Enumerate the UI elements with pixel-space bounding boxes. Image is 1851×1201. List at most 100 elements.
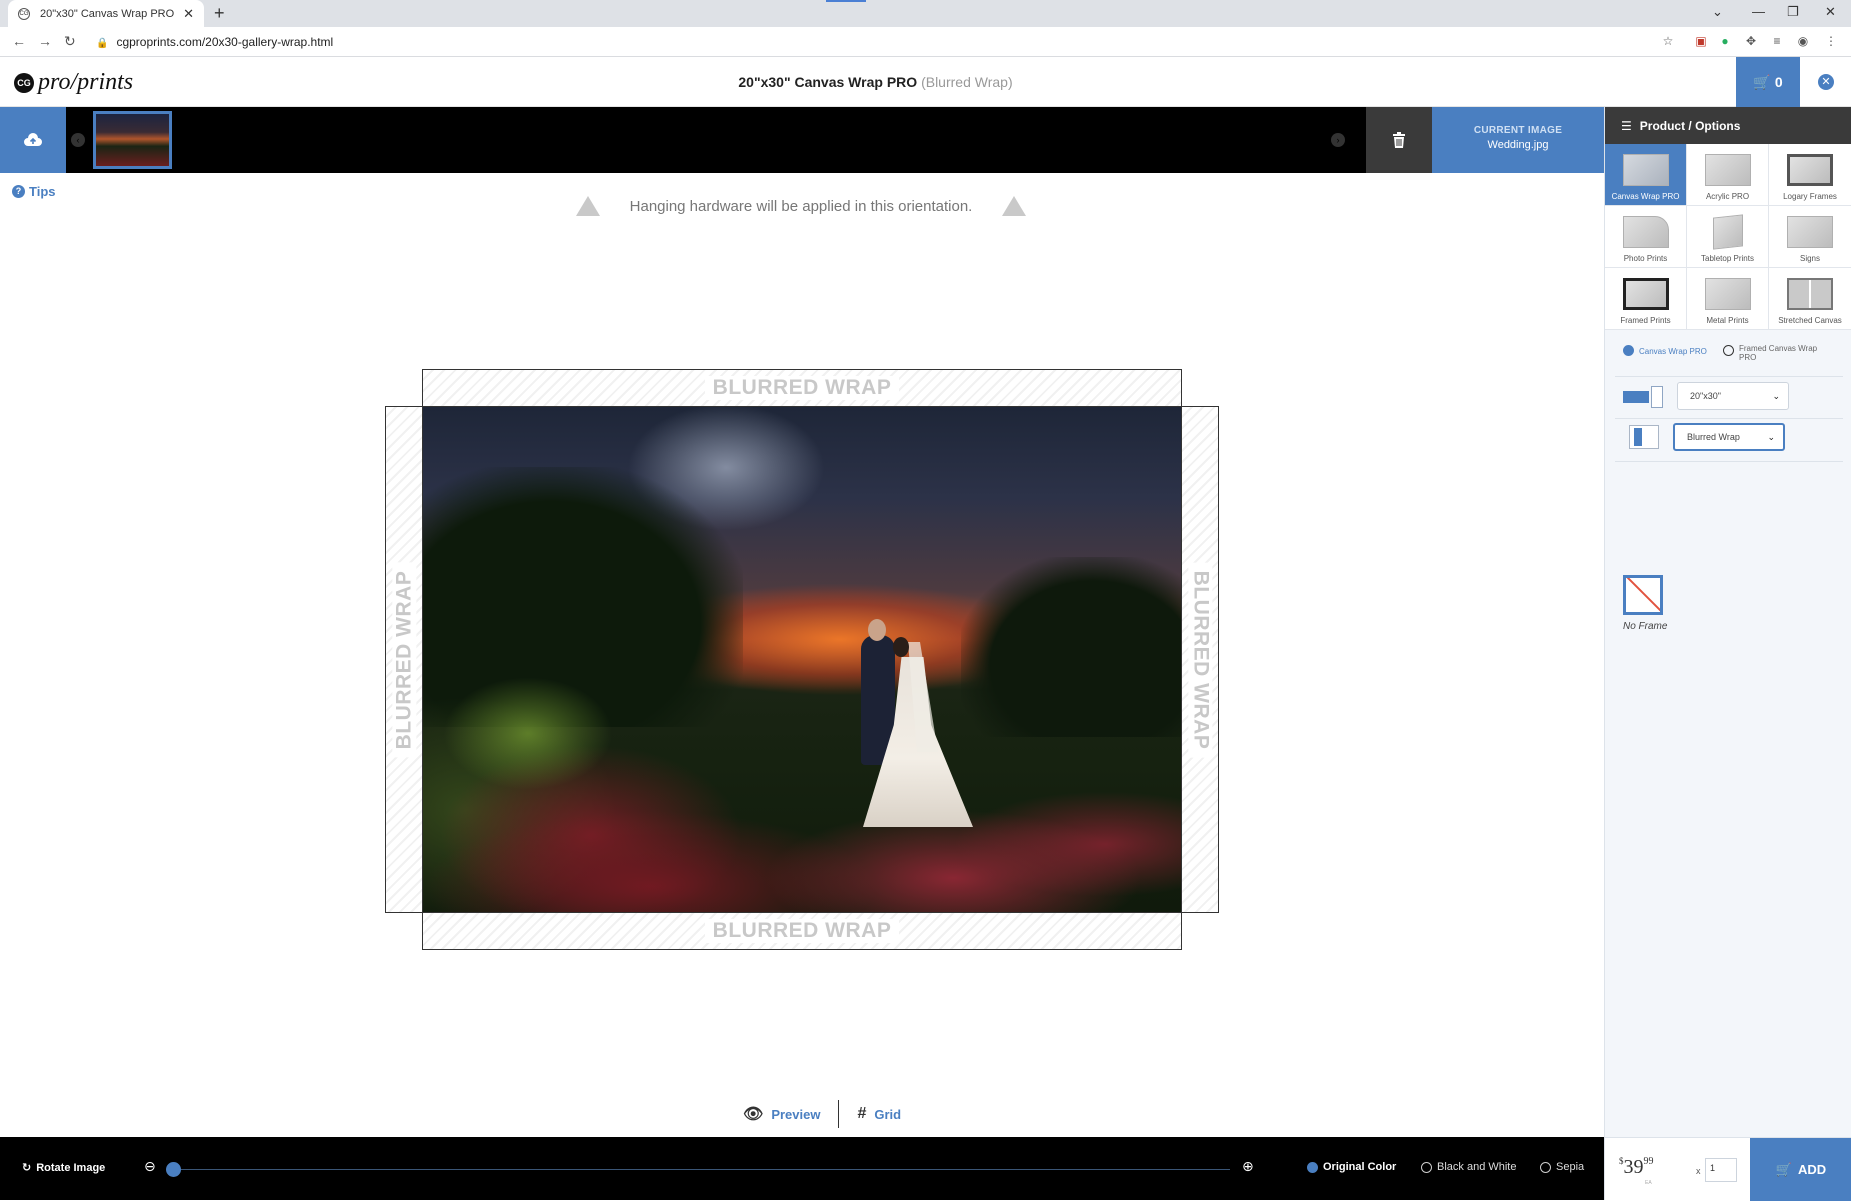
tips-link[interactable]: ? Tips [12, 184, 56, 199]
bookmark-star-icon[interactable]: ☆ [1661, 34, 1675, 48]
product-canvas-wrap-pro[interactable]: Canvas Wrap PRO [1605, 144, 1687, 206]
extensions-puzzle-icon[interactable]: ✥ [1744, 34, 1758, 48]
product-photo-prints[interactable]: Photo Prints [1605, 206, 1687, 268]
close-icon[interactable]: ✕ [1818, 74, 1834, 90]
view-toggles: 👁 Preview # Grid [725, 1100, 919, 1128]
acrylic-icon [1704, 154, 1751, 186]
product-label: Logary Frames [1783, 192, 1837, 201]
color-sepia-option[interactable]: Sepia [1540, 1161, 1584, 1173]
zoom-in-icon[interactable]: ⊕ [1242, 1158, 1254, 1175]
product-label: Photo Prints [1623, 254, 1668, 263]
quantity-input[interactable]: 1 [1705, 1158, 1737, 1182]
product-stretched-canvas[interactable]: Stretched Canvas [1769, 268, 1851, 330]
lock-icon: 🔒 [96, 38, 109, 49]
panel-divider [1615, 461, 1843, 462]
logary-frame-icon [1787, 154, 1833, 186]
cart-icon: 🛒 [1753, 73, 1771, 90]
profile-icon[interactable]: ◉ [1796, 34, 1810, 48]
rotate-label: Rotate Image [36, 1161, 106, 1174]
add-to-cart-button[interactable]: 🛒 ADD [1750, 1138, 1851, 1201]
zoom-slider-handle[interactable] [166, 1162, 181, 1177]
radio-sepia[interactable] [1540, 1161, 1551, 1173]
product-signs[interactable]: Signs [1769, 206, 1851, 268]
wrap-edge-left: BLURRED WRAP [385, 406, 423, 913]
eye-icon: 👁 [743, 1106, 764, 1123]
product-label: Framed Prints [1620, 316, 1671, 325]
product-title: 20"x30" Canvas Wrap PRO [738, 74, 918, 90]
grid-label: Grid [874, 1106, 902, 1122]
image-thumbnail[interactable] [93, 111, 172, 169]
rotate-image-button[interactable]: ↻ Rotate Image [22, 1161, 106, 1175]
zoom-slider-track[interactable] [168, 1169, 1230, 1170]
radio-bw[interactable] [1421, 1161, 1432, 1173]
tab-title: 20"x30" Canvas Wrap PRO [40, 7, 175, 20]
tab-close-icon[interactable]: ✕ [183, 6, 194, 22]
minimize-icon[interactable]: — [1752, 4, 1765, 19]
frame-label: No Frame [1623, 621, 1668, 632]
stretched-canvas-icon [1787, 278, 1833, 310]
upload-button[interactable] [0, 107, 66, 173]
cart-button[interactable]: 🛒 0 [1736, 57, 1800, 107]
product-metal-prints[interactable]: Metal Prints [1687, 268, 1769, 330]
price-area: $3999 EA x 1 🛒 ADD [1605, 1137, 1851, 1201]
window-close-icon[interactable]: ✕ [1825, 4, 1836, 20]
product-acrylic-pro[interactable]: Acrylic PRO [1687, 144, 1769, 206]
edge-select[interactable]: Blurred Wrap ⌄ [1673, 423, 1785, 451]
radio-variant-canvas[interactable] [1623, 345, 1634, 356]
add-label: ADD [1798, 1162, 1827, 1177]
zoom-out-icon[interactable]: ⊖ [144, 1158, 156, 1175]
panel-divider [1615, 418, 1843, 419]
price-note: EA [1645, 1180, 1652, 1186]
hanging-notice: Hanging hardware will be applied in this… [576, 194, 1026, 218]
tab-search-icon[interactable]: ⌄ [1712, 4, 1723, 20]
browser-tab[interactable]: CG 20"x30" Canvas Wrap PRO ✕ [8, 0, 204, 27]
canvas-photo[interactable] [423, 407, 1181, 912]
variant-framed-canvas-wrap-pro[interactable]: Framed Canvas Wrap PRO [1723, 344, 1829, 362]
wrap-label-top: BLURRED WRAP [704, 376, 900, 400]
color-bw-option[interactable]: Black and White [1421, 1161, 1516, 1173]
radio-variant-framed[interactable] [1723, 345, 1734, 356]
photo-groom-head [868, 619, 886, 641]
back-icon[interactable]: ← [12, 33, 26, 49]
product-logary-frames[interactable]: Logary Frames [1769, 144, 1851, 206]
sliders-icon: ☰ [1621, 118, 1632, 133]
strip-next-icon[interactable]: › [1331, 133, 1345, 147]
grid-button[interactable]: # Grid [839, 1105, 919, 1123]
site-header: CG pro/prints 20"x30" Canvas Wrap PRO (B… [0, 57, 1851, 107]
variant-canvas-wrap-pro[interactable]: Canvas Wrap PRO [1623, 344, 1709, 356]
pdf-extension-icon[interactable]: ▣ [1694, 34, 1708, 48]
metal-print-icon [1704, 278, 1751, 310]
size-select[interactable]: 20"x30" ⌄ [1677, 382, 1789, 410]
favicon-icon: CG [18, 7, 30, 20]
color-original-label: Original Color [1323, 1161, 1397, 1173]
new-tab-icon[interactable]: + [214, 3, 225, 24]
preview-button[interactable]: 👁 Preview [725, 1104, 838, 1124]
product-tabletop-prints[interactable]: Tabletop Prints [1687, 206, 1769, 268]
photo-bride-head [893, 637, 909, 657]
photo-flowers [423, 742, 1181, 912]
price-cents: 99 [1643, 1156, 1654, 1167]
no-frame-icon [1623, 575, 1663, 615]
rotate-icon: ↻ [22, 1162, 32, 1174]
forward-icon[interactable]: → [38, 33, 52, 49]
color-sepia-label: Sepia [1556, 1161, 1585, 1173]
grammar-extension-icon[interactable]: ● [1718, 34, 1732, 48]
size-value: 20"x30" [1690, 391, 1721, 401]
url-field[interactable]: 🔒 cgproprints.com/20x30-gallery-wrap.html [96, 35, 333, 49]
strip-prev-icon[interactable]: ‹ [71, 133, 85, 147]
product-framed-prints[interactable]: Framed Prints [1605, 268, 1687, 330]
chevron-down-icon: ⌄ [1772, 390, 1780, 401]
notice-text: Hanging hardware will be applied in this… [629, 197, 973, 215]
reload-icon[interactable]: ↻ [64, 33, 76, 50]
frame-option-none[interactable]: No Frame [1623, 575, 1668, 632]
grid-icon: # [857, 1105, 867, 1122]
product-label: Tabletop Prints [1701, 254, 1754, 263]
canvas-wrap-icon [1622, 154, 1669, 186]
restore-icon[interactable]: ❐ [1787, 4, 1799, 20]
delete-image-button[interactable] [1366, 107, 1432, 173]
color-original-option[interactable]: Original Color [1307, 1161, 1396, 1173]
browser-menu-icon[interactable]: ⋮ [1824, 34, 1838, 48]
product-label: Canvas Wrap PRO [1611, 192, 1680, 201]
reading-list-icon[interactable]: ≡ [1770, 34, 1784, 48]
radio-original[interactable] [1307, 1161, 1318, 1173]
